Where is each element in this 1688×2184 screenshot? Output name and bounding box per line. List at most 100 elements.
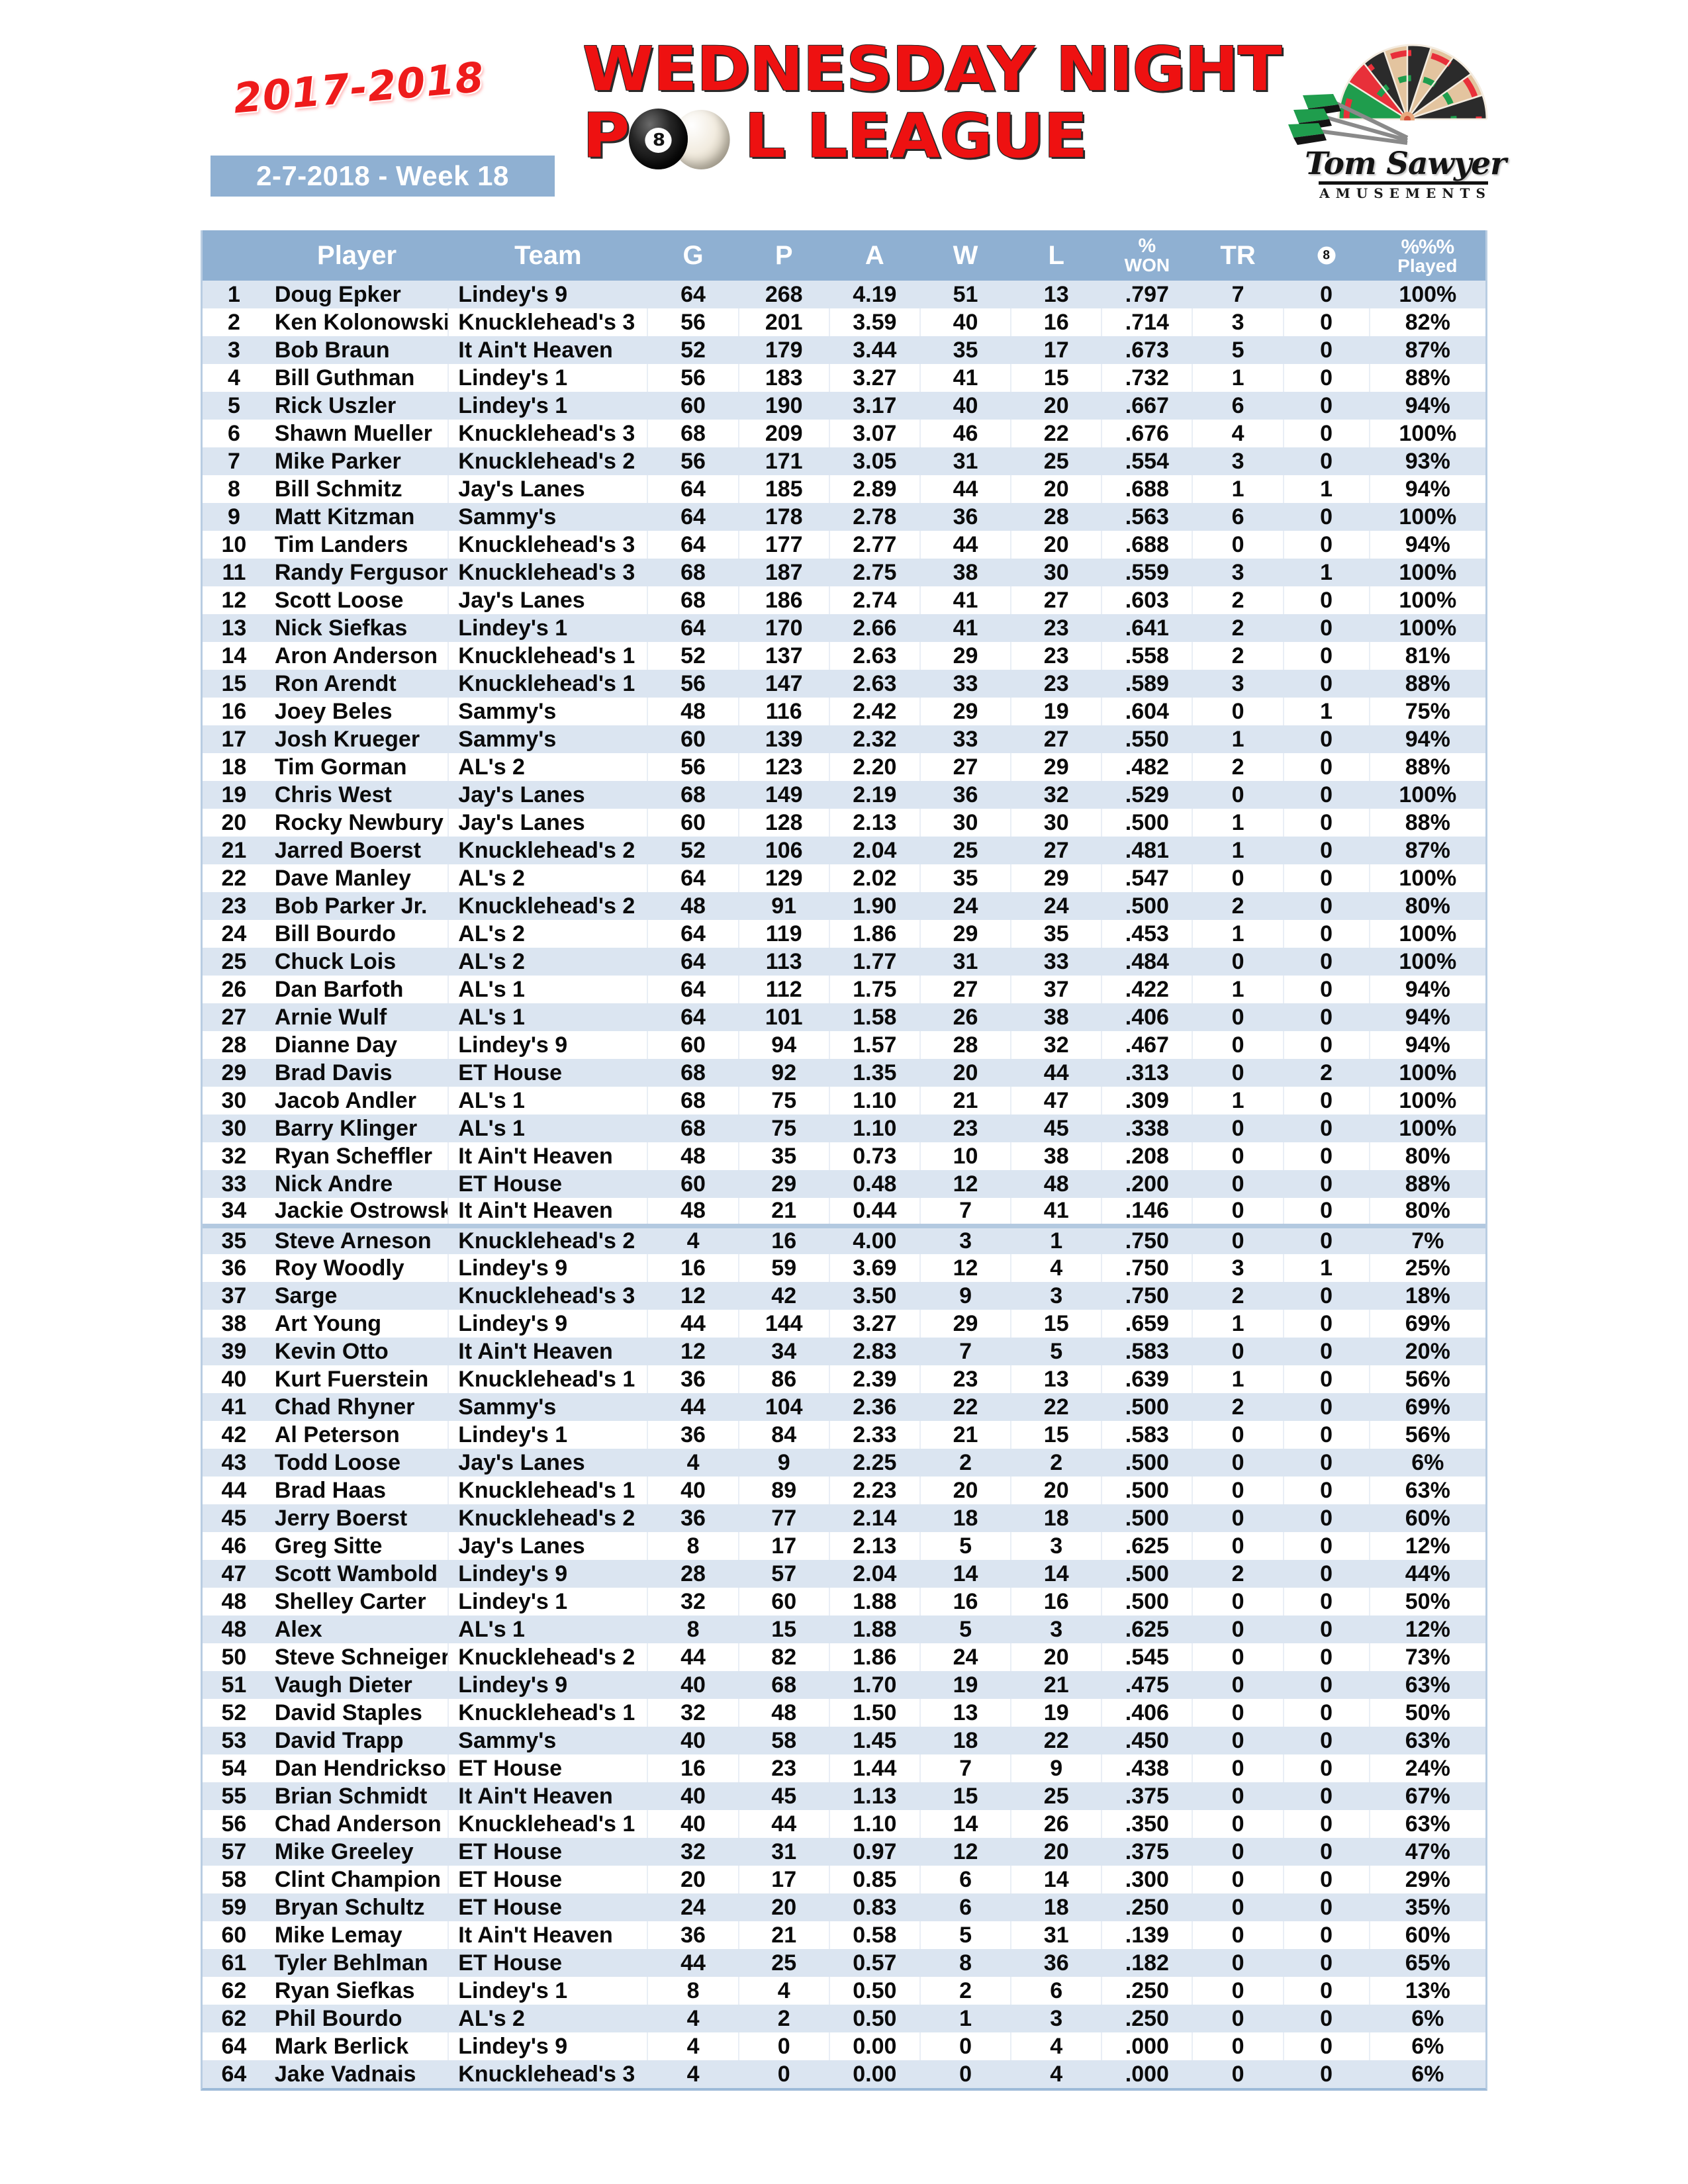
cell-pct: .000 [1102,2060,1194,2088]
cell-p: 137 [738,642,830,670]
cell-played: 93% [1369,447,1485,475]
cell-played: 18% [1369,1282,1485,1310]
cell-g: 8 [647,1615,739,1643]
table-row: 11 Randy Ferguson Knucklehead's 3 68 187 2.75… [203,559,1485,586]
cell-tr: 0 [1192,1977,1284,2005]
cell-player: Brad Davis [265,1059,449,1087]
cell-team: Lindey's 9 [448,2032,649,2060]
cell-eight: 0 [1283,837,1370,864]
cell-pct: .200 [1102,1170,1194,1198]
cell-p: 89 [738,1477,830,1504]
cell-team: Knucklehead's 3 [448,420,649,447]
cell-tr: 0 [1192,1059,1284,1087]
cell-l: 32 [1011,781,1103,809]
cell-p: 57 [738,1560,830,1588]
cell-a: 1.88 [829,1588,921,1615]
cell-eight: 0 [1283,1003,1370,1031]
cell-played: 94% [1369,1031,1485,1059]
cell-played: 100% [1369,1115,1485,1142]
cell-tr: 3 [1192,670,1284,698]
cell-team: Lindey's 9 [448,1031,649,1059]
cell-g: 64 [647,475,739,503]
cell-w: 26 [919,1003,1012,1031]
cell-player: Bryan Schultz [265,1893,449,1921]
cell-l: 3 [1011,2005,1103,2032]
cell-w: 0 [919,2060,1012,2088]
cell-g: 32 [647,1838,739,1866]
cell-w: 29 [919,698,1012,725]
cell-l: 14 [1011,1866,1103,1893]
cell-team: Lindey's 1 [448,1588,649,1615]
cell-tr: 0 [1192,1921,1284,1949]
cell-eight: 0 [1283,336,1370,364]
cell-p: 177 [738,531,830,559]
cell-l: 20 [1011,475,1103,503]
cell-p: 268 [738,281,830,308]
cell-w: 44 [919,475,1012,503]
cell-g: 48 [647,892,739,920]
cell-p: 129 [738,864,830,892]
percent-symbol: % [1138,235,1156,257]
cell-p: 113 [738,948,830,976]
cell-tr: 0 [1192,1615,1284,1643]
cell-player: Todd Loose [265,1449,449,1477]
cell-pct: .422 [1102,976,1194,1003]
cell-team: ET House [448,1838,649,1866]
cell-pct: .350 [1102,1810,1194,1838]
cell-rank: 4 [203,364,265,392]
cell-pct: .450 [1102,1727,1194,1754]
cell-l: 28 [1011,503,1103,531]
cell-eight: 0 [1283,1310,1370,1338]
cell-w: 20 [919,1477,1012,1504]
cell-pct: .453 [1102,920,1194,948]
cell-team: AL's 1 [448,1115,649,1142]
cell-p: 139 [738,725,830,753]
cell-w: 14 [919,1560,1012,1588]
cell-rank: 61 [203,1949,265,1977]
cell-rank: 14 [203,642,265,670]
cell-w: 29 [919,1310,1012,1338]
cell-team: It Ain't Heaven [448,1142,649,1170]
cell-eight: 0 [1283,1782,1370,1810]
cell-played: 88% [1369,809,1485,837]
cell-tr: 7 [1192,281,1284,308]
cell-eight: 0 [1283,725,1370,753]
cell-player: Greg Sitte [265,1532,449,1560]
cell-eight: 0 [1283,281,1370,308]
cell-player: Matt Kitzman [265,503,449,531]
cell-rank: 32 [203,1142,265,1170]
cell-l: 33 [1011,948,1103,976]
cell-w: 27 [919,753,1012,781]
cell-team: It Ain't Heaven [448,1198,649,1228]
cell-tr: 0 [1192,1699,1284,1727]
cell-g: 64 [647,920,739,948]
cell-a: 1.86 [829,1643,921,1671]
cell-a: 1.10 [829,1087,921,1115]
cell-played: 6% [1369,1449,1485,1477]
cell-g: 28 [647,1560,739,1588]
cell-w: 24 [919,892,1012,920]
cell-team: Knucklehead's 1 [448,670,649,698]
cell-tr: 6 [1192,392,1284,420]
cell-eight: 0 [1283,364,1370,392]
cell-p: 42 [738,1282,830,1310]
cell-tr: 2 [1192,642,1284,670]
cell-w: 22 [919,1393,1012,1421]
cell-player: Chuck Lois [265,948,449,976]
cell-l: 20 [1011,531,1103,559]
cell-team: ET House [448,1754,649,1782]
cell-rank: 16 [203,698,265,725]
cell-a: 4.00 [829,1225,921,1254]
cell-a: 3.27 [829,1310,921,1338]
cell-p: 58 [738,1727,830,1754]
cell-player: Chris West [265,781,449,809]
table-row: 14 Aron Anderson Knucklehead's 1 52 137 2.63 2… [203,642,1485,670]
cell-l: 45 [1011,1115,1103,1142]
cell-tr: 0 [1192,1142,1284,1170]
cell-rank: 64 [203,2060,265,2088]
cell-team: Lindey's 1 [448,1977,649,2005]
percent-played-symbol: %%% [1401,234,1454,258]
cell-pct: .300 [1102,1866,1194,1893]
cell-tr: 0 [1192,1031,1284,1059]
table-row: 20 Rocky Newbury Jay's Lanes 60 128 2.13 30 30.… [203,809,1485,837]
